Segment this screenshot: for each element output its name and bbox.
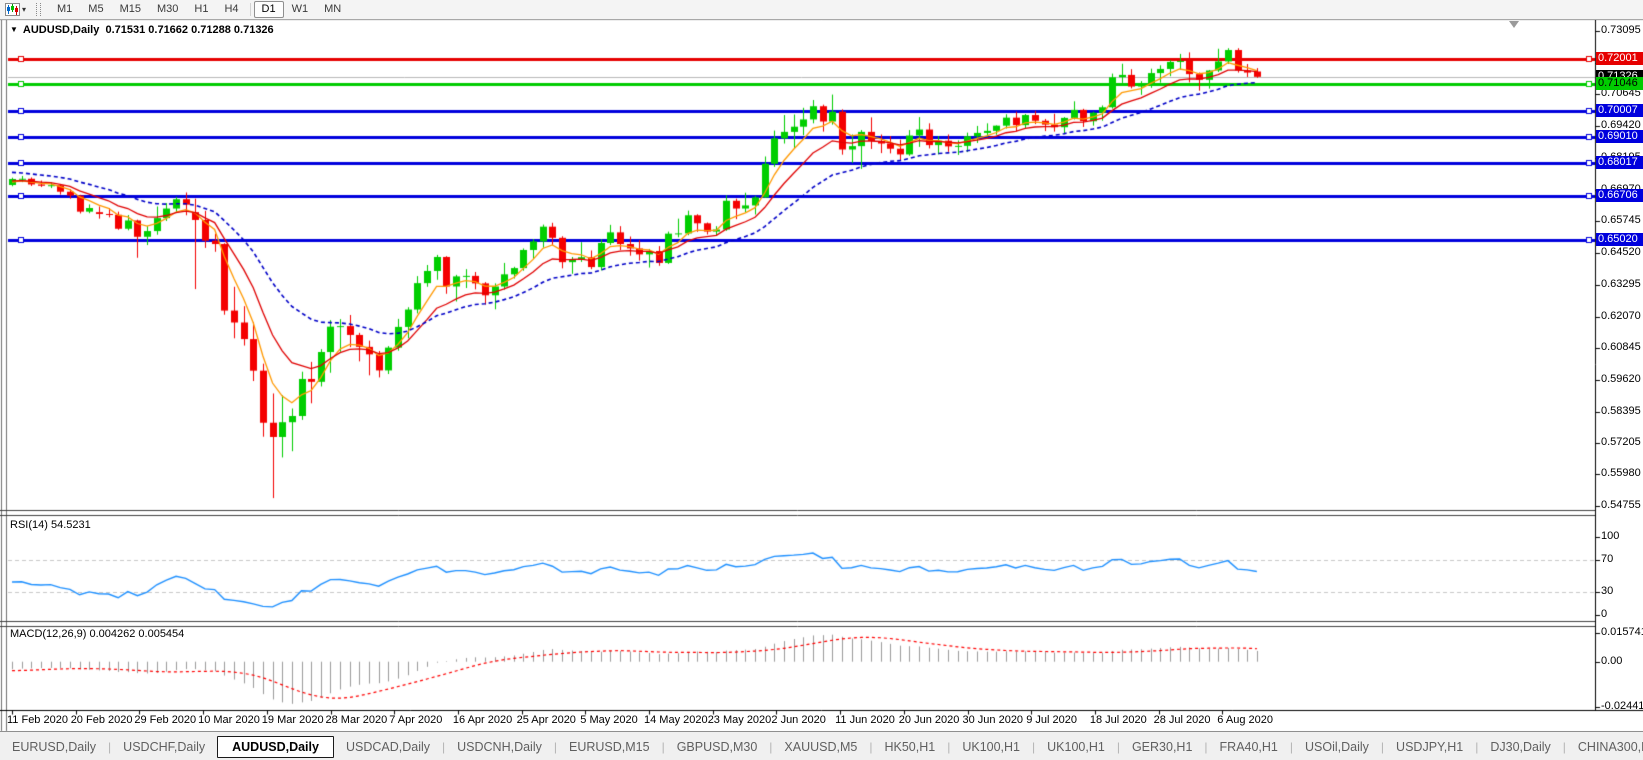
rsi-tick-label: 70: [1601, 553, 1613, 565]
timeframe-button-d1[interactable]: D1: [254, 1, 284, 18]
price-chart-canvas[interactable]: [0, 0, 1643, 760]
chart-tab-bar: EURUSD,Daily|USDCHF,DailyAUDUSD,DailyUSD…: [0, 731, 1643, 760]
date-axis-label: 16 Apr 2020: [453, 714, 512, 726]
chart-tab-eurusd-daily[interactable]: EURUSD,Daily: [0, 736, 108, 758]
date-axis-label: 11 Jun 2020: [835, 714, 895, 726]
date-axis-label: 11 Feb 2020: [7, 714, 68, 726]
timeframe-button-w1[interactable]: W1: [284, 1, 317, 18]
date-axis-label: 20 Feb 2020: [71, 714, 133, 726]
price-level-badge: 0.65020: [1596, 233, 1643, 246]
date-axis-label: 30 Jun 2020: [963, 714, 1024, 726]
date-axis-label: 6 Aug 2020: [1217, 714, 1273, 726]
timeframe-button-h1[interactable]: H1: [186, 1, 216, 18]
price-level-badge: 0.70007: [1596, 104, 1643, 117]
price-level-badge: 0.68017: [1596, 156, 1643, 169]
price-tick-label: 0.55980: [1601, 467, 1641, 479]
chart-tab-usdjpy-h1[interactable]: USDJPY,H1: [1384, 736, 1475, 758]
chart-tab-eurusd-m15[interactable]: EURUSD,M15: [557, 736, 662, 758]
timeframe-button-m15[interactable]: M15: [112, 1, 149, 18]
macd-tick-label: -0.024412: [1601, 700, 1643, 712]
rsi-tick-label: 100: [1601, 530, 1619, 542]
date-axis-label: 28 Mar 2020: [326, 714, 388, 726]
date-axis-label: 14 May 2020: [644, 714, 708, 726]
price-tick-label: 0.62070: [1601, 310, 1641, 322]
timeframe-buttons: M1M5M15M30H1H4 D1W1MN: [49, 1, 349, 18]
macd-tick-label: 0.015741: [1601, 626, 1643, 638]
price-tick-label: 0.60845: [1601, 341, 1641, 353]
rsi-tick-label: 0: [1601, 608, 1607, 620]
price-tick-label: 0.73095: [1601, 24, 1641, 36]
timeframe-button-m5[interactable]: M5: [80, 1, 111, 18]
timeframe-button-m30[interactable]: M30: [149, 1, 186, 18]
chart-symbol-label: AUDUSD,Daily: [23, 24, 99, 36]
price-level-badge: 0.66706: [1596, 189, 1643, 202]
date-axis-label: 2 Jun 2020: [771, 714, 825, 726]
date-axis-label: 20 Jun 2020: [899, 714, 960, 726]
chart-tab-usdchf-daily[interactable]: USDCHF,Daily: [111, 736, 217, 758]
chart-tab-china300-h4[interactable]: CHINA300,H4: [1566, 736, 1643, 758]
price-tick-label: 0.57205: [1601, 436, 1641, 448]
timeframe-button-m1[interactable]: M1: [49, 1, 80, 18]
chart-tab-gbpusd-m30[interactable]: GBPUSD,M30: [665, 736, 770, 758]
date-axis-label: 28 Jul 2020: [1154, 714, 1211, 726]
chart-tab-dj30-daily[interactable]: DJ30,Daily: [1478, 736, 1562, 758]
chart-tab-usdcad-daily[interactable]: USDCAD,Daily: [334, 736, 442, 758]
chart-ohlc-values: 0.71531 0.71662 0.71288 0.71326: [105, 24, 273, 36]
chart-tab-fra40-h1[interactable]: FRA40,H1: [1208, 736, 1290, 758]
price-tick-label: 0.58395: [1601, 405, 1641, 417]
price-tick-label: 0.65745: [1601, 214, 1641, 226]
macd-indicator-label: MACD(12,26,9) 0.004262 0.005454: [10, 628, 184, 640]
rsi-tick-label: 30: [1601, 585, 1613, 597]
date-axis-label: 9 Jul 2020: [1026, 714, 1077, 726]
rsi-indicator-label: RSI(14) 54.5231: [10, 519, 91, 531]
price-level-badge: 0.71046: [1596, 77, 1643, 90]
macd-tick-label: 0.00: [1601, 655, 1622, 667]
toolbar-separator: [250, 3, 251, 16]
chart-tab-xauusd-m5[interactable]: XAUUSD,M5: [772, 736, 869, 758]
date-axis-label: 19 Mar 2020: [262, 714, 324, 726]
chart-title: ▼ AUDUSD,Daily 0.71531 0.71662 0.71288 0.…: [10, 24, 274, 36]
price-tick-label: 0.59620: [1601, 373, 1641, 385]
chart-type-dropdown-icon[interactable]: ▾: [22, 5, 26, 14]
chart-tab-usdcnh-daily[interactable]: USDCNH,Daily: [445, 736, 554, 758]
chart-tab-usoil-daily[interactable]: USOil,Daily: [1293, 736, 1381, 758]
timeframe-toolbar: ▾ M1M5M15M30H1H4 D1W1MN: [0, 0, 1643, 20]
date-axis-label: 23 May 2020: [708, 714, 772, 726]
chart-shift-marker-icon[interactable]: [1509, 21, 1519, 28]
chart-tabs: EURUSD,Daily|USDCHF,DailyAUDUSD,DailyUSD…: [0, 736, 1643, 758]
timeframe-button-mn[interactable]: MN: [316, 1, 349, 18]
chart-tab-ger30-h1[interactable]: GER30,H1: [1120, 736, 1204, 758]
timeframe-button-h4[interactable]: H4: [216, 1, 246, 18]
toolbar-grip[interactable]: [36, 3, 41, 16]
date-axis-label: 18 Jul 2020: [1090, 714, 1147, 726]
date-axis-label: 7 Apr 2020: [389, 714, 442, 726]
chart-tab-uk100-h1[interactable]: UK100,H1: [1035, 736, 1117, 758]
mt4-window: ▾ M1M5M15M30H1H4 D1W1MN ▼ AUDUSD,Daily 0.7…: [0, 0, 1643, 760]
price-tick-label: 0.54755: [1601, 499, 1641, 511]
date-axis-label: 25 Apr 2020: [517, 714, 576, 726]
chart-tab-hk50-h1[interactable]: HK50,H1: [872, 736, 947, 758]
chart-type-icon[interactable]: [3, 3, 21, 17]
chart-tab-uk100-h1[interactable]: UK100,H1: [950, 736, 1032, 758]
price-level-badge: 0.69010: [1596, 130, 1643, 143]
date-axis-label: 29 Feb 2020: [134, 714, 196, 726]
date-axis-label: 5 May 2020: [580, 714, 637, 726]
chart-tab-audusd-daily[interactable]: AUDUSD,Daily: [217, 736, 334, 758]
candlestick-chart-icon: [5, 3, 20, 16]
symbol-menu-icon[interactable]: ▼: [10, 25, 18, 34]
price-tick-label: 0.63295: [1601, 278, 1641, 290]
price-level-badge: 0.72001: [1596, 52, 1643, 65]
price-tick-label: 0.64520: [1601, 246, 1641, 258]
date-axis-label: 10 Mar 2020: [198, 714, 260, 726]
